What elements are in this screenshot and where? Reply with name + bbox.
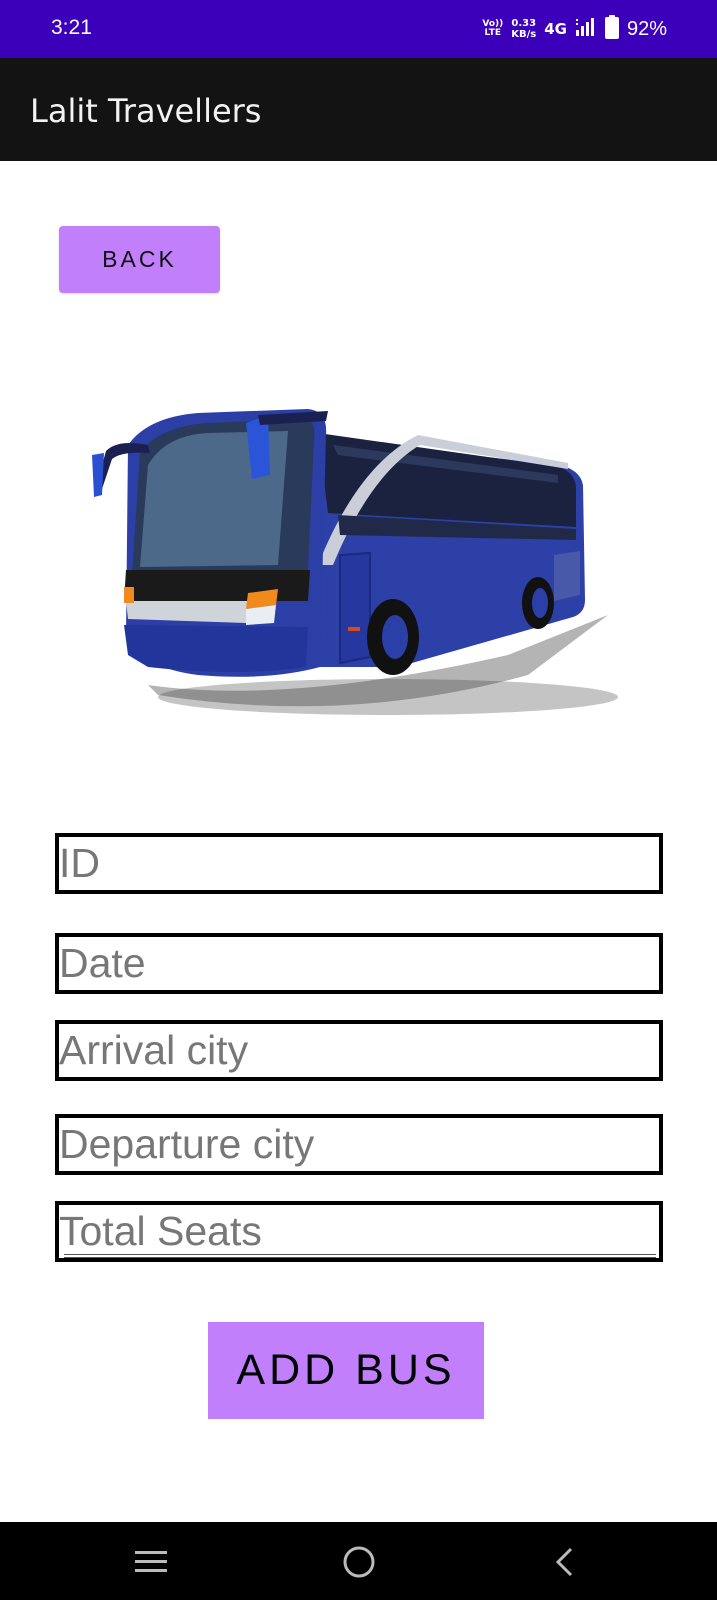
status-icons: Vo)) LTE 0.33 KB/s 4G 92% xyxy=(482,14,667,44)
arrival-city-input[interactable] xyxy=(55,1020,663,1081)
menu-icon[interactable] xyxy=(129,1540,173,1584)
app-title: Lalit Travellers xyxy=(30,92,262,130)
app-bar: Lalit Travellers xyxy=(0,58,717,161)
net-speed-value: 0.33 xyxy=(511,18,537,29)
volte-indicator: Vo)) LTE xyxy=(482,20,503,38)
total-seats-underline xyxy=(64,1254,656,1258)
status-time: 3:21 xyxy=(51,16,92,39)
bus-image xyxy=(88,405,618,735)
chevron-left-icon[interactable] xyxy=(542,1540,586,1584)
circle-home-icon[interactable] xyxy=(337,1540,381,1584)
date-input[interactable] xyxy=(55,933,663,994)
add-bus-button[interactable]: ADD BUS xyxy=(208,1322,484,1419)
departure-city-input[interactable] xyxy=(55,1114,663,1175)
status-bar: 3:21 Vo)) LTE 0.33 KB/s 4G 92% xyxy=(0,0,717,58)
back-button[interactable]: BACK xyxy=(59,226,220,293)
system-nav-bar xyxy=(0,1522,717,1600)
battery-percent: 92% xyxy=(626,17,667,40)
total-seats-input[interactable] xyxy=(55,1201,663,1262)
id-input[interactable] xyxy=(55,833,663,894)
volte-bottom-text: LTE xyxy=(484,28,502,38)
network-type: 4G xyxy=(544,20,567,38)
net-speed-unit: KB/s xyxy=(511,29,537,40)
signal-icon xyxy=(575,17,597,41)
net-speed: 0.33 KB/s xyxy=(511,18,536,40)
battery-icon xyxy=(604,15,619,43)
